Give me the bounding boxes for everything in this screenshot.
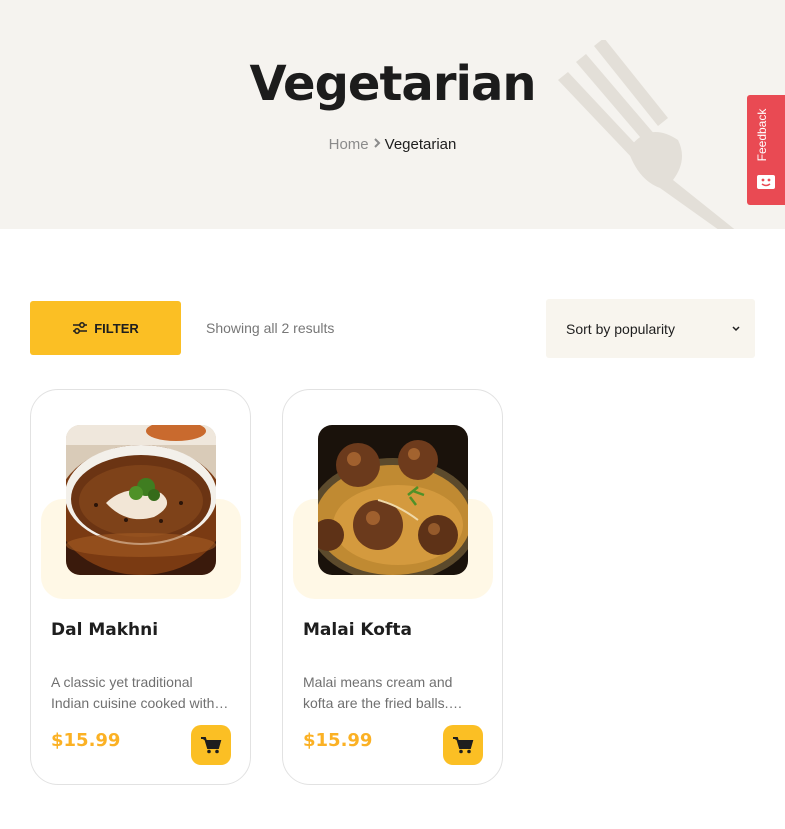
breadcrumb: Home Vegetarian xyxy=(0,136,785,153)
product-title[interactable]: Dal Makhni xyxy=(51,620,158,640)
product-price: $15.99 xyxy=(51,730,121,751)
product-image[interactable] xyxy=(318,425,468,575)
cart-icon xyxy=(453,737,474,754)
product-title[interactable]: Malai Kofta xyxy=(303,620,412,640)
sort-selected-value: Sort by popularity xyxy=(566,320,675,337)
result-count: Showing all 2 results xyxy=(206,320,335,336)
product-price: $15.99 xyxy=(303,730,373,751)
sort-select[interactable]: Sort by popularity xyxy=(546,299,755,358)
add-to-cart-button[interactable] xyxy=(443,725,483,765)
add-to-cart-button[interactable] xyxy=(191,725,231,765)
chevron-right-icon xyxy=(373,137,381,151)
page-hero: Vegetarian Home Vegetarian xyxy=(0,0,785,229)
malai-kofta-plate-icon xyxy=(318,425,468,575)
page-title: Vegetarian xyxy=(249,56,536,112)
feedback-label: Feedback xyxy=(755,108,769,162)
filter-label: FILTER xyxy=(94,320,139,336)
product-image[interactable] xyxy=(66,425,216,575)
product-card[interactable]: Malai Kofta Malai means cream and kofta … xyxy=(282,389,503,785)
filter-button[interactable]: FILTER xyxy=(30,301,181,355)
dal-makhni-bowl-icon xyxy=(66,425,216,575)
sliders-icon xyxy=(73,322,88,334)
cart-icon xyxy=(201,737,222,754)
product-description-line: kofta are the fried balls.… xyxy=(303,695,463,711)
chevron-down-icon xyxy=(732,325,740,331)
product-description-line: Malai means cream and xyxy=(303,674,453,690)
product-description-line: A classic yet traditional xyxy=(51,674,193,690)
product-description: A classic yet traditional Indian cuisine… xyxy=(51,672,233,714)
product-description-line: Indian cuisine cooked with… xyxy=(51,695,229,711)
feedback-tab[interactable]: Feedback xyxy=(747,95,785,205)
breadcrumb-current: Vegetarian xyxy=(384,136,457,153)
product-description: Malai means cream and kofta are the frie… xyxy=(303,672,485,714)
breadcrumb-home-link[interactable]: Home xyxy=(329,136,369,153)
product-card[interactable]: Dal Makhni A classic yet traditional Ind… xyxy=(30,389,251,785)
feedback-smiley-icon xyxy=(757,175,775,189)
